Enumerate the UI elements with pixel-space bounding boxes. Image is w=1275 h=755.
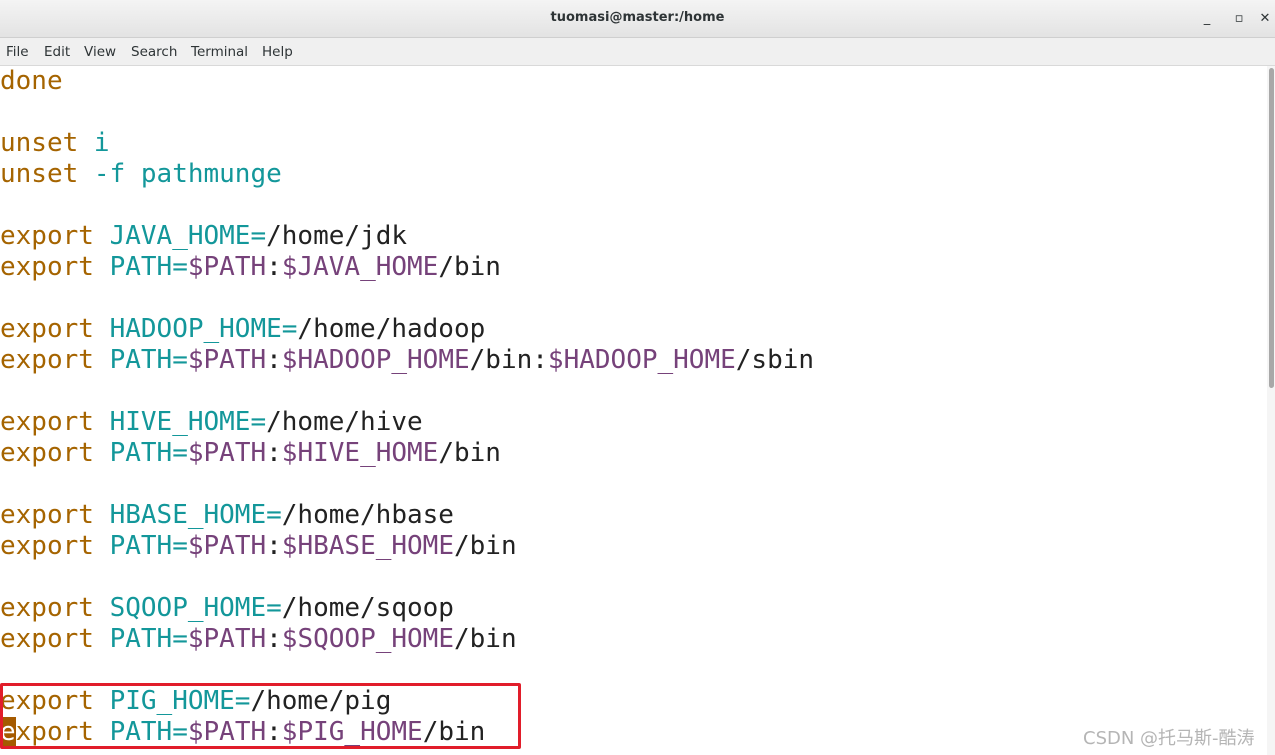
- terminal-line: export PATH=$PATH:$HIVE_HOME/bin: [0, 438, 1267, 469]
- terminal-token: export: [0, 531, 110, 561]
- terminal-line: export HADOOP_HOME=/home/hadoop: [0, 314, 1267, 345]
- menu-help[interactable]: Help: [262, 44, 293, 60]
- terminal-token: :: [266, 438, 282, 468]
- terminal-token: HADOOP_HOME=: [109, 314, 298, 344]
- scrollbar[interactable]: [1267, 66, 1275, 755]
- terminal-line: export HBASE_HOME=/home/hbase: [0, 500, 1267, 531]
- terminal-token: i: [93, 128, 110, 158]
- menu-view[interactable]: View: [84, 44, 116, 60]
- terminal-token: $HADOOP_HOME: [547, 345, 736, 375]
- highlight-box: [0, 683, 521, 749]
- scrollbar-thumb[interactable]: [1269, 68, 1274, 388]
- minimize-icon[interactable]: _: [1196, 8, 1218, 30]
- terminal-token: $PATH: [187, 531, 267, 561]
- terminal-token: $PATH: [187, 345, 267, 375]
- close-icon[interactable]: ✕: [1254, 8, 1275, 30]
- terminal-token: $PATH: [187, 438, 267, 468]
- terminal-token: :: [266, 345, 282, 375]
- terminal-token: $JAVA_HOME: [281, 252, 439, 282]
- terminal-line: export SQOOP_HOME=/home/sqoop: [0, 593, 1267, 624]
- terminal-token: $SQOOP_HOME: [281, 624, 454, 654]
- terminal-line: export JAVA_HOME=/home/jdk: [0, 221, 1267, 252]
- menu-file[interactable]: File: [6, 44, 29, 60]
- terminal-token: /sbin: [735, 345, 815, 375]
- terminal-token: export: [0, 252, 110, 282]
- window-titlebar[interactable]: tuomasi@master:/home _ ▫ ✕: [0, 0, 1275, 38]
- terminal-token: $PATH: [187, 252, 267, 282]
- terminal-line: unset -f pathmunge: [0, 159, 1267, 190]
- menu-bar: File Edit View Search Terminal Help: [0, 38, 1275, 66]
- terminal-token: HBASE_HOME=: [109, 500, 282, 530]
- terminal-token: $HIVE_HOME: [281, 438, 439, 468]
- terminal-token: /bin: [453, 531, 517, 561]
- terminal-line: export HIVE_HOME=/home/hive: [0, 407, 1267, 438]
- terminal-token: /bin: [453, 624, 517, 654]
- terminal-line: export PATH=$PATH:$SQOOP_HOME/bin: [0, 624, 1267, 655]
- terminal-line: unset i: [0, 128, 1267, 159]
- terminal-token: /bin: [438, 438, 501, 468]
- terminal-token: PATH=: [109, 531, 188, 561]
- terminal-token: export: [0, 624, 110, 654]
- terminal-token: :: [266, 624, 282, 654]
- menu-terminal[interactable]: Terminal: [191, 44, 248, 60]
- terminal-token: -f pathmunge: [93, 159, 282, 189]
- terminal-token: /home/hadoop: [297, 314, 486, 344]
- terminal-token: done: [0, 66, 63, 96]
- maximize-icon[interactable]: ▫: [1228, 8, 1250, 30]
- terminal-token: PATH=: [109, 624, 188, 654]
- terminal-token: /home/hive: [266, 407, 423, 437]
- terminal-token: unset: [0, 128, 94, 158]
- terminal-line: export PATH=$PATH:$JAVA_HOME/bin: [0, 252, 1267, 283]
- terminal-token: export: [0, 221, 110, 251]
- terminal-token: :: [266, 252, 282, 282]
- terminal-token: PATH=: [109, 252, 188, 282]
- terminal-token: /home/jdk: [266, 221, 408, 251]
- terminal-line: export PATH=$PATH:$HADOOP_HOME/bin:$HADO…: [0, 345, 1267, 376]
- terminal-token: SQOOP_HOME=: [109, 593, 282, 623]
- terminal-token: /bin: [438, 252, 501, 282]
- terminal-token: export: [0, 345, 110, 375]
- window-title: tuomasi@master:/home: [550, 10, 725, 25]
- terminal-token: /home/hbase: [281, 500, 454, 530]
- menu-search[interactable]: Search: [131, 44, 177, 60]
- terminal-token: $HBASE_HOME: [281, 531, 454, 561]
- terminal-token: JAVA_HOME=: [109, 221, 267, 251]
- terminal-token: HIVE_HOME=: [109, 407, 267, 437]
- terminal-token: $PATH: [187, 624, 267, 654]
- terminal-token: :: [266, 531, 282, 561]
- terminal-line: done: [0, 66, 1267, 97]
- terminal-token: unset: [0, 159, 94, 189]
- terminal-output[interactable]: done unset i unset -f pathmunge export JA…: [0, 66, 1267, 755]
- terminal-token: export: [0, 438, 110, 468]
- terminal-line: export PATH=$PATH:$HBASE_HOME/bin: [0, 531, 1267, 562]
- menu-edit[interactable]: Edit: [44, 44, 70, 60]
- terminal-token: /bin:: [469, 345, 548, 375]
- terminal-token: PATH=: [109, 345, 188, 375]
- terminal-token: export: [0, 500, 110, 530]
- terminal-token: /home/sqoop: [281, 593, 454, 623]
- terminal-token: export: [0, 314, 110, 344]
- terminal-token: export: [0, 593, 110, 623]
- terminal-token: $HADOOP_HOME: [281, 345, 470, 375]
- terminal-token: export: [0, 407, 110, 437]
- watermark: CSDN @托马斯-酷涛: [1083, 728, 1255, 749]
- terminal-token: PATH=: [109, 438, 188, 468]
